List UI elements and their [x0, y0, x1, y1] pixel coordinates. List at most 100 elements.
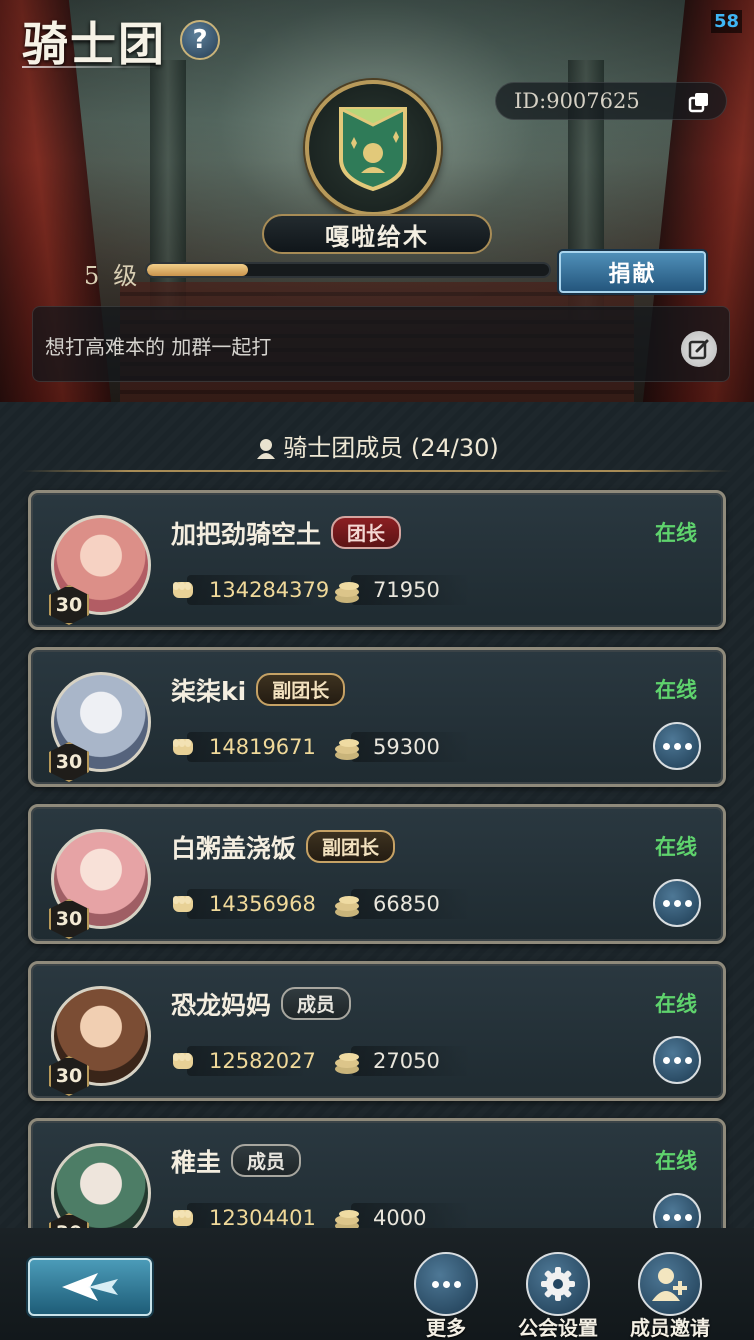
- fist-icon: [173, 739, 193, 755]
- role-badge-vice: 副团长: [306, 830, 396, 863]
- member-name-row: 加把劲骑空土 团长: [171, 515, 402, 551]
- members-section-header: 骑士团成员 (24/30): [0, 428, 754, 463]
- coin-stack-icon: [335, 1210, 359, 1228]
- level-progress-fill: [147, 264, 248, 276]
- contribution-value: 134284379: [209, 578, 330, 602]
- member-card[interactable]: 30 柒柒ki 副团长 在线 14819671 59300: [28, 647, 726, 787]
- online-status: 在线: [655, 835, 697, 859]
- member-name: 恐龙妈妈: [171, 991, 272, 1020]
- guild-settings-label: 公会设置: [518, 1316, 598, 1340]
- page-title: 骑士团: [22, 17, 166, 71]
- member-card[interactable]: 30 加把劲骑空土 团长 在线 134284379 71950: [28, 490, 726, 630]
- guild-settings-button[interactable]: 公会设置: [510, 1252, 606, 1340]
- level-unit: 级: [113, 262, 138, 290]
- back-arrow-icon: [62, 1273, 118, 1301]
- online-status: 在线: [655, 521, 697, 545]
- bottom-bar: 更多 公会设置 成员邀请: [0, 1228, 754, 1340]
- contribution-value: 14356968: [209, 892, 316, 916]
- ellipsis-icon: [662, 1056, 692, 1064]
- coins-value: 66850: [373, 892, 440, 916]
- contribution-stat: 14819671: [167, 730, 316, 764]
- help-button[interactable]: ?: [180, 20, 220, 60]
- coin-stack-icon: [335, 896, 359, 917]
- gear-icon: [541, 1267, 575, 1301]
- edit-icon: [688, 339, 709, 360]
- member-name-row: 白粥盖浇饭 副团长: [171, 829, 396, 865]
- level-progress-bar: [145, 262, 551, 278]
- coin-stack-icon: [335, 739, 359, 760]
- coins-stat: 27050: [331, 1044, 471, 1078]
- invite-label: 成员邀请: [630, 1316, 710, 1340]
- fist-icon: [173, 582, 193, 598]
- fist-icon: [173, 896, 193, 912]
- member-name: 柒柒ki: [171, 677, 247, 706]
- member-name: 白粥盖浇饭: [171, 834, 297, 863]
- ellipsis-icon: [662, 899, 692, 907]
- member-name-row: 恐龙妈妈 成员: [171, 986, 352, 1022]
- member-card[interactable]: 30 白粥盖浇饭 副团长 在线 14356968 66850: [28, 804, 726, 944]
- add-user-icon: [652, 1268, 687, 1301]
- member-card[interactable]: 30 恐龙妈妈 成员 在线 12582027 27050: [28, 961, 726, 1101]
- fist-icon: [173, 1053, 193, 1069]
- contribution-stat: 12304401: [167, 1201, 316, 1228]
- member-more-button[interactable]: [653, 722, 701, 770]
- shield-icon: [339, 107, 407, 192]
- online-status: 在线: [655, 678, 697, 702]
- guild-emblem: [305, 80, 441, 216]
- member-more-button[interactable]: [653, 1193, 701, 1228]
- fps-counter: 58: [710, 10, 742, 33]
- members-section-title: 骑士团成员 (24/30): [283, 434, 499, 462]
- member-name: 稚圭: [171, 1148, 222, 1177]
- role-badge-vice: 副团长: [256, 673, 346, 706]
- section-divider: [22, 470, 732, 472]
- member-more-button[interactable]: [653, 1036, 701, 1084]
- online-status: 在线: [655, 992, 697, 1016]
- member-more-button[interactable]: [653, 879, 701, 927]
- contribution-value: 12304401: [209, 1206, 316, 1228]
- coin-stack-icon: [335, 1053, 359, 1074]
- contribution-stat: 14356968: [167, 887, 316, 921]
- donate-button[interactable]: 捐献: [559, 251, 706, 293]
- coins-value: 71950: [373, 578, 440, 602]
- guild-id-text: ID:9007625: [514, 89, 640, 113]
- title-underline: [22, 66, 162, 68]
- guild-name: 嘎啦给木: [262, 214, 492, 254]
- notice-text: 想打高难本的 加群一起打: [45, 335, 272, 359]
- coins-value: 27050: [373, 1049, 440, 1073]
- ellipsis-icon: [431, 1280, 461, 1288]
- coins-value: 4000: [373, 1206, 427, 1228]
- edit-notice-button[interactable]: [681, 331, 717, 367]
- contribution-stat: 134284379: [167, 573, 329, 607]
- guild-id-pill: ID:9007625: [495, 82, 727, 120]
- coins-stat: 59300: [331, 730, 471, 764]
- contribution-stat: 12582027: [167, 1044, 316, 1078]
- online-status: 在线: [655, 1149, 697, 1173]
- level-number: 5: [84, 262, 100, 290]
- role-badge-leader: 团长: [331, 516, 402, 549]
- coins-stat: 71950: [331, 573, 471, 607]
- coins-value: 59300: [373, 735, 440, 759]
- more-label: 更多: [426, 1316, 466, 1340]
- member-list[interactable]: 30 加把劲骑空土 团长 在线 134284379 71950 30 柒柒ki 副团…: [0, 484, 754, 1228]
- member-name-row: 稚圭 成员: [171, 1143, 302, 1179]
- fist-icon: [173, 1210, 193, 1226]
- member-name: 加把劲骑空土: [171, 520, 322, 549]
- guild-level: 5级: [84, 256, 137, 291]
- guild-header: 骑士团 ? 58 ID:9007625 嘎啦给木 5级 捐献 想打高难本的 加群…: [0, 0, 754, 402]
- member-card[interactable]: 30 稚圭成员 在线 12304401 4000: [28, 1118, 726, 1228]
- contribution-value: 14819671: [209, 735, 316, 759]
- question-icon: ?: [192, 25, 208, 55]
- coins-stat: 4000: [331, 1201, 471, 1228]
- role-badge-member: 成员: [231, 1144, 302, 1177]
- member-icon: [257, 439, 276, 459]
- more-nav-button[interactable]: 更多: [398, 1252, 494, 1340]
- contribution-value: 12582027: [209, 1049, 316, 1073]
- guild-notice: 想打高难本的 加群一起打: [32, 306, 730, 382]
- coin-stack-icon: [335, 582, 359, 603]
- ellipsis-icon: [662, 1213, 692, 1221]
- member-name-row: 柒柒ki 副团长: [171, 672, 346, 708]
- invite-member-button[interactable]: 成员邀请: [622, 1252, 718, 1340]
- role-badge-member: 成员: [281, 987, 352, 1020]
- back-button[interactable]: [28, 1258, 152, 1316]
- copy-icon[interactable]: [688, 91, 710, 113]
